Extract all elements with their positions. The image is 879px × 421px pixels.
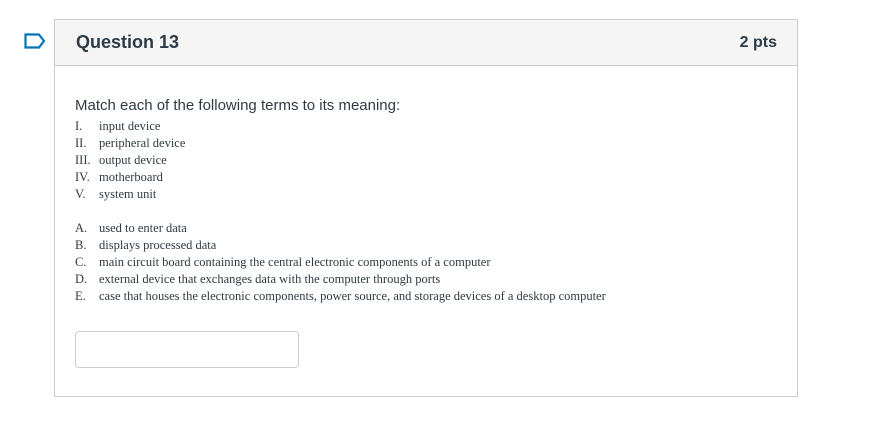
list-item: III. output device — [75, 152, 777, 169]
list-item: C. main circuit board containing the cent… — [75, 254, 777, 271]
term-text: system unit — [99, 187, 157, 201]
meaning-text: external device that exchanges data with… — [99, 272, 441, 286]
list-marker: B. — [75, 238, 87, 252]
list-marker: D. — [75, 272, 88, 286]
term-text: output device — [99, 153, 167, 167]
terms-list: I. input device II. peripheral device III.… — [75, 118, 777, 203]
meaning-text: used to enter data — [99, 221, 187, 235]
list-marker: C. — [75, 255, 87, 269]
answer-text-input[interactable] — [75, 331, 299, 368]
list-marker: IV. — [75, 170, 90, 184]
list-item: E. case that houses the electronic compon… — [75, 288, 777, 305]
question-card: Question 13 2 pts Match each of the foll… — [54, 19, 798, 397]
flag-question-icon[interactable] — [24, 33, 46, 49]
term-text: motherboard — [99, 170, 163, 184]
list-marker: V. — [75, 187, 86, 201]
meanings-list: A. used to enter data B. displays processe… — [75, 220, 777, 305]
list-marker: I. — [75, 119, 83, 133]
question-title: Question 13 — [76, 32, 180, 52]
term-text: peripheral device — [99, 136, 186, 150]
question-points: 2 pts — [739, 33, 777, 51]
list-item: IV. motherboard — [75, 169, 777, 186]
question-header: Question 13 2 pts — [55, 20, 797, 66]
list-marker: A. — [75, 221, 88, 235]
quiz-page: Question 13 2 pts Match each of the foll… — [0, 0, 879, 421]
meaning-text: main circuit board containing the centra… — [99, 255, 491, 269]
question-prompt: Match each of the following terms to its… — [75, 97, 401, 114]
list-item: B. displays processed data — [75, 237, 777, 254]
list-item: II. peripheral device — [75, 135, 777, 152]
term-text: input device — [99, 119, 161, 133]
meaning-text: displays processed data — [99, 238, 217, 252]
list-marker: III. — [75, 153, 91, 167]
list-item: A. used to enter data — [75, 220, 777, 237]
list-item: D. external device that exchanges data wi… — [75, 271, 777, 288]
list-marker: II. — [75, 136, 87, 150]
list-item: I. input device — [75, 118, 777, 135]
list-item: V. system unit — [75, 186, 777, 203]
meaning-text: case that houses the electronic componen… — [99, 289, 606, 303]
list-marker: E. — [75, 289, 86, 303]
question-body: Match each of the following terms to its… — [55, 66, 797, 368]
